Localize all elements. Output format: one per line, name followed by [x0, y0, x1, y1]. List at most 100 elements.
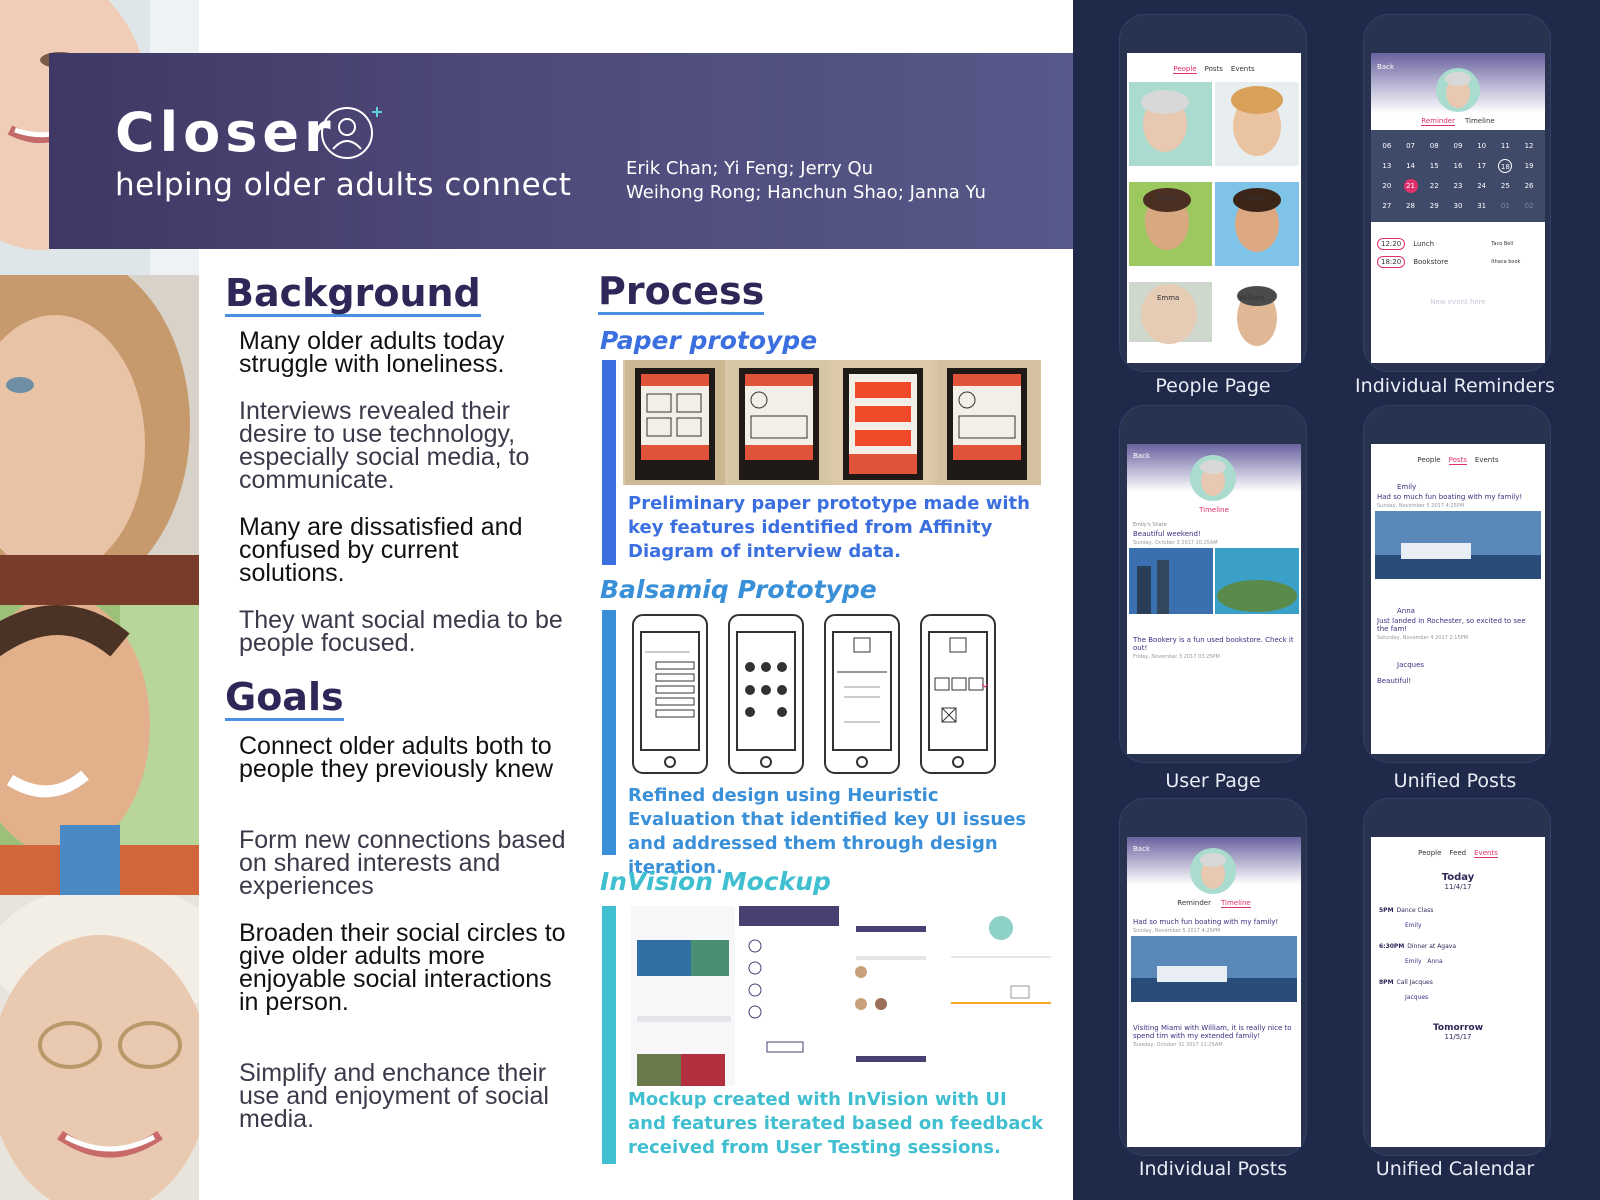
calendar-day[interactable]: 12	[1522, 139, 1536, 153]
tab-posts[interactable]: Posts	[1448, 456, 1467, 465]
post-author: Jacques	[1397, 661, 1425, 669]
calendar-day[interactable]: 20	[1380, 179, 1394, 193]
post-text: Visiting Miami with William, it is reall…	[1133, 1024, 1292, 1040]
calendar-day[interactable]: 01	[1498, 199, 1512, 213]
calendar-day[interactable]: 30	[1451, 199, 1465, 213]
calendar-grid: 06 07 08 09 10 11 12 13 14 15 16 17 18 19 20 21 22 23 24 25…	[1371, 130, 1545, 222]
calendar-day[interactable]: 18	[1498, 159, 1513, 173]
tab-people[interactable]: People	[1417, 456, 1440, 465]
calendar-day[interactable]: 14	[1404, 159, 1418, 173]
person-name[interactable]: Emily	[1157, 194, 1176, 202]
person-name[interactable]: Emma	[1157, 294, 1179, 302]
calendar-day[interactable]: 31	[1475, 199, 1489, 213]
back-button[interactable]: Back	[1133, 452, 1150, 460]
event-time: 18:20	[1377, 256, 1406, 268]
calendar-day[interactable]: 22	[1427, 179, 1441, 193]
paper-accent-bar	[602, 360, 616, 565]
post-photo-boat	[1131, 936, 1297, 1002]
authors-line-1: Erik Chan; Yi Feng; Jerry Qu	[626, 158, 874, 179]
calendar-day[interactable]: 16	[1451, 159, 1465, 173]
tab-reminder[interactable]: Reminder	[1421, 117, 1455, 126]
calendar-event[interactable]: 8PM Call Jacques Jacques	[1379, 979, 1537, 1001]
calendar-day[interactable]: 08	[1427, 139, 1441, 153]
app-subtitle: helping older adults connect	[115, 167, 572, 203]
calendar-day[interactable]: 15	[1427, 159, 1441, 173]
post-date: Friday, November 3 2017 03:25PM	[1133, 654, 1220, 660]
tab-people[interactable]: People	[1418, 849, 1441, 858]
phone-unified-calendar: People Feed Events Today 11/4/17 5PM Danc…	[1363, 798, 1551, 1156]
back-button[interactable]: Back	[1133, 845, 1150, 853]
paper-sketch-3	[833, 360, 933, 485]
reminders-tabs: Reminder Timeline	[1371, 113, 1545, 130]
back-button[interactable]: Back	[1377, 63, 1394, 71]
calendar-day[interactable]: 17	[1475, 159, 1489, 173]
calendar-day[interactable]: 07	[1404, 139, 1418, 153]
event-people: Emily	[1405, 922, 1422, 929]
phone-label: User Page	[1165, 770, 1261, 792]
balsamiq-prototype-caption: Refined design using Heuristic Evaluatio…	[628, 785, 1027, 878]
invision-screen-4	[947, 906, 1056, 1086]
calendar-day[interactable]: 10	[1475, 139, 1489, 153]
calendar-day[interactable]: 28	[1404, 199, 1418, 213]
calendar-day[interactable]: 25	[1498, 179, 1512, 193]
phone-label: Unified Posts	[1393, 770, 1517, 792]
calendar-day[interactable]: 09	[1451, 139, 1465, 153]
tab-posts[interactable]: Posts	[1205, 65, 1223, 74]
today-heading: Today	[1441, 872, 1475, 883]
invision-screen-3	[843, 906, 943, 1086]
calendar-day[interactable]: 21	[1403, 179, 1418, 193]
event-time: 6:30PM	[1379, 943, 1405, 950]
event-people: Emily Anna	[1405, 958, 1443, 965]
phone-unified-posts: People Posts Events Emily Had so much fu…	[1363, 405, 1551, 763]
tomorrow-date: 11/5/17	[1444, 1033, 1472, 1041]
tab-events[interactable]: Events	[1475, 456, 1499, 465]
status-bar	[1371, 444, 1545, 452]
event-place: Taco Bell	[1491, 241, 1514, 247]
event-place: Ithaca book	[1491, 259, 1521, 265]
tab-timeline[interactable]: Timeline	[1465, 117, 1495, 126]
calendar-day[interactable]: 26	[1522, 179, 1536, 193]
tab-feed[interactable]: Feed	[1449, 849, 1466, 858]
phone-label: People Page	[1155, 375, 1271, 397]
tab-people[interactable]: People	[1173, 65, 1197, 74]
invision-screen-1	[631, 906, 735, 1086]
calendar-day[interactable]: 24	[1475, 179, 1489, 193]
calendar-day[interactable]: 02	[1522, 199, 1536, 213]
tab-reminder[interactable]: Reminder	[1177, 899, 1211, 908]
tab-events[interactable]: Events	[1474, 849, 1498, 858]
background-paragraph: Interviews revealed their desire to use …	[239, 397, 530, 494]
calendar-event[interactable]: 5PM Dance Class Emily	[1379, 907, 1537, 929]
status-bar	[1371, 837, 1545, 845]
calendar-day[interactable]: 13	[1380, 159, 1394, 173]
event-title: Bookstore	[1413, 258, 1449, 266]
reminder-event[interactable]: 18:20 Bookstore Ithaca book	[1377, 256, 1539, 268]
balsamiq-phone-1	[632, 614, 708, 774]
paper-prototype-caption: Preliminary paper prototype made with ke…	[628, 493, 1030, 562]
people-grid	[1129, 82, 1299, 346]
phone-people-page: People Posts Events Emily Susie Emma Wil…	[1119, 14, 1307, 372]
person-name[interactable]: William	[1239, 294, 1265, 302]
event-title: Dinner at Agava	[1407, 943, 1457, 950]
calendar-event[interactable]: 6:30PM Dinner at Agava Emily Anna	[1379, 943, 1537, 965]
calendar-day[interactable]: 19	[1522, 159, 1536, 173]
phone-label: Unified Calendar	[1375, 1158, 1535, 1180]
reminder-event[interactable]: 12:20 Lunch Taco Bell	[1377, 238, 1539, 250]
calendar-day[interactable]: 27	[1380, 199, 1394, 213]
tab-timeline[interactable]: Timeline	[1127, 506, 1301, 514]
new-event-placeholder[interactable]: New event here	[1371, 298, 1545, 306]
person-name[interactable]: Susie	[1245, 194, 1264, 202]
calendar-day[interactable]: 11	[1498, 139, 1512, 153]
calendar-day[interactable]: 29	[1427, 199, 1441, 213]
event-time: 5PM	[1379, 907, 1394, 914]
calendar-day[interactable]: 06	[1380, 139, 1394, 153]
calendar-day[interactable]: 23	[1451, 179, 1465, 193]
avatar	[1190, 455, 1236, 501]
balsamiq-phone-3	[824, 614, 900, 774]
post-text: Just landed in Rochester, so excited to …	[1377, 617, 1526, 633]
tab-events[interactable]: Events	[1231, 65, 1255, 74]
post-author: Emily	[1397, 483, 1417, 491]
background-paragraph: Many are dissatisfied and confused by cu…	[239, 513, 523, 587]
post-photo-boat	[1375, 511, 1541, 579]
header-banner: Closer helping older adults connect Erik…	[49, 53, 1102, 249]
tab-timeline[interactable]: Timeline	[1220, 899, 1251, 908]
